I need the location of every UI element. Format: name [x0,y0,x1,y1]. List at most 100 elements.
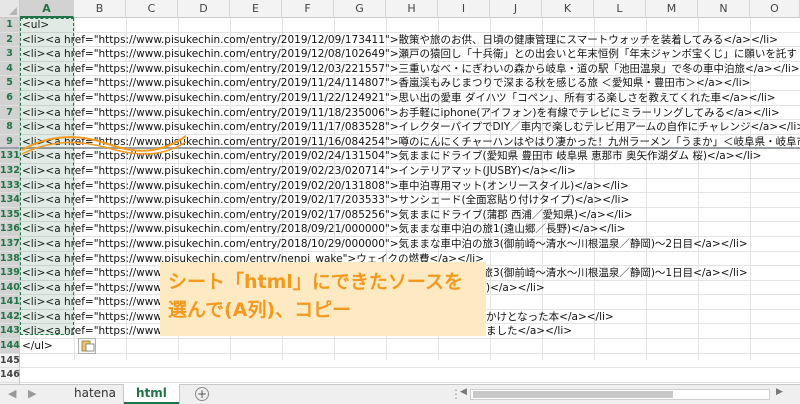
column-header-j[interactable]: J [490,0,542,18]
row-header[interactable]: 1 [0,18,19,33]
table-row[interactable]: <li><a href="https://www.pisukechin.com/… [20,208,800,223]
row-header[interactable]: 145 [0,354,20,369]
cell-a[interactable]: <li><a href="https://www.pisukechin.com/… [22,76,750,90]
column-header-b[interactable]: B [74,0,126,18]
row-header[interactable]: 140 [0,280,20,296]
add-sheet-button[interactable]: + [195,387,209,401]
table-row[interactable]: <li><a href="https://www.pisukechin.com/… [20,91,800,106]
cell-a[interactable]: <li><a href="https://www.pis [22,281,179,295]
row-header[interactable]: 5 [0,76,19,91]
column-header-l[interactable]: L [594,0,646,18]
cell-a[interactable]: <li><a href="https://www.pisukechin.com/… [22,106,780,120]
scroll-right-icon[interactable]: ▶ [776,387,783,397]
cell-a[interactable]: <li><a href="https://www.pisukechin.com/… [22,135,800,149]
table-row[interactable]: </ul> [20,339,800,354]
table-row[interactable]: <li><a href="https://www.pisukechin.com/… [20,47,800,62]
cell-a[interactable]: <li><a href="https://www.pisukechin.com/… [22,164,576,178]
tab-hatena[interactable]: hatena [62,384,130,404]
table-row[interactable]: <li><a href="https://www.pisukechin.com/… [20,76,800,91]
table-row[interactable]: <li><a href="https://www.pisukechin.com/… [20,106,800,121]
column-header-k[interactable]: K [542,0,594,18]
tab-html[interactable]: html [124,384,179,404]
row-header[interactable]: 131 [0,149,20,164]
row-header[interactable]: 143 [0,324,20,340]
row-header[interactable]: 3 [0,47,19,62]
row-header[interactable]: 6 [0,90,19,106]
column-header-d[interactable]: D [178,0,230,18]
row-header[interactable]: 132 [0,163,20,179]
row-header[interactable]: 136 [0,222,20,237]
row-header[interactable]: 4 [0,61,19,77]
column-header-c[interactable]: C [126,0,178,18]
cell-a[interactable]: <li><a href="https://www.pisukechin.com/… [22,237,748,251]
scrollbar-thumb[interactable] [473,391,673,398]
row-header[interactable]: 137 [0,236,20,252]
table-row[interactable] [20,354,800,369]
select-all-corner[interactable] [0,0,20,18]
horizontal-scrollbar[interactable] [470,389,770,400]
table-row[interactable]: <li><a href="https://www.pisukechin.com/… [20,193,800,208]
column-header-g[interactable]: G [334,0,386,18]
table-row[interactable]: <li><a href="https://www.pisukechin.com/… [20,120,800,135]
cell-a[interactable]: <li><a href="https://www.pisukechin.com/… [22,208,633,222]
cell-a[interactable]: <li><a href="https://www.pisukechin.com/… [22,193,629,207]
row-header[interactable]: 146 [0,368,20,383]
cell-a[interactable]: </ul> [22,339,53,353]
row-header[interactable]: 138 [0,251,20,267]
scroll-left-icon[interactable]: ◀ [460,387,467,397]
table-row[interactable] [20,368,800,383]
row-header[interactable]: 7 [0,105,19,121]
column-header-a[interactable]: A [20,0,74,18]
column-header-h[interactable]: H [386,0,438,18]
cell-a[interactable]: <li><a href="https://www.pisukechin.com/… [22,91,776,105]
sheet-tab-bar: ◀ ▶ hatena html + ⋮ ◀ ▶ [0,384,800,404]
cell-overflow-text: ました</a></li> [486,325,573,338]
next-sheet-icon[interactable]: ▶ [28,387,36,400]
cell-a[interactable]: <li><a href="https://www.pisukechin.com/… [22,33,778,47]
cell-overflow-text: )</a></li> [486,281,545,294]
row-headers: 1 2 3 4 5 6 7 8 9 131 132 133 134 135 13… [0,18,20,388]
instruction-callout: シート「html」にできたソースを 選んで(A列)、コピー [160,262,486,336]
cell-a[interactable]: <li><a href="https://www.pis [22,324,179,338]
table-row[interactable]: <li><a href="https://www.pisukechin.com/… [20,179,800,194]
row-header[interactable]: 134 [0,193,20,208]
table-row[interactable]: <li><a href="https://www.pisukechin.com/… [20,33,800,48]
column-header-i[interactable]: I [438,0,490,18]
column-header-o[interactable]: O [750,0,800,18]
cell-a[interactable]: <li><a href="https://www.pisukechin.com/… [22,62,800,76]
column-headers: A B C D E F G H I J K L M N O [20,0,800,18]
table-row[interactable]: <li><a href="https://www.pisukechin.com/… [20,62,800,77]
spreadsheet-grid: A B C D E F G H I J K L M N O 1 2 3 4 5 … [0,0,800,388]
cell-a[interactable]: <li><a href="https://www.pisukechin.com/… [22,47,800,61]
cell-a[interactable]: <ul> [22,18,49,32]
table-row[interactable]: <li><a href="https://www.pisukechin.com/… [20,164,800,179]
table-row[interactable]: <li><a href="https://www.pisukechin.com/… [20,222,800,237]
cell-a[interactable]: <li><a href="https://www.pis [22,295,179,309]
row-header[interactable]: 139 [0,266,20,281]
row-header[interactable]: 135 [0,207,20,223]
paste-options-icon[interactable] [78,338,96,354]
row-header[interactable]: 141 [0,295,20,310]
cell-a[interactable]: <li><a href="https://www.pisukechin.com/… [22,222,625,236]
cell-a[interactable]: <li><a href="https://www.pis [22,310,179,324]
row-header[interactable]: 8 [0,120,19,135]
prev-sheet-icon[interactable]: ◀ [8,387,16,400]
table-row[interactable]: <li><a href="https://www.pisukechin.com/… [20,149,800,164]
column-header-e[interactable]: E [230,0,282,18]
cell-a[interactable]: <li><a href="https://www.pisukechin.com/… [22,179,629,193]
table-row[interactable]: <li><a href="https://www.pisukechin.com/… [20,135,800,150]
row-header[interactable]: 2 [0,32,19,48]
callout-line-1: シート「html」にできたソースを [168,271,463,293]
column-header-n[interactable]: N [698,0,750,18]
cell-a[interactable]: <li><a href="https://www.pisukechin.com/… [22,149,761,163]
table-row[interactable]: <li><a href="https://www.pisukechin.com/… [20,237,800,252]
column-header-m[interactable]: M [646,0,698,18]
row-header[interactable]: 133 [0,178,20,194]
row-header[interactable]: 142 [0,309,20,325]
table-row[interactable]: <ul> [20,18,800,33]
cell-a[interactable]: <li><a href="https://www.pisukechin.com/… [22,120,800,134]
cell-overflow-text: かけとなった本</a></li> [486,310,614,323]
row-header[interactable]: 9 [0,134,19,150]
column-header-f[interactable]: F [282,0,334,18]
row-header[interactable]: 144 [0,339,20,354]
